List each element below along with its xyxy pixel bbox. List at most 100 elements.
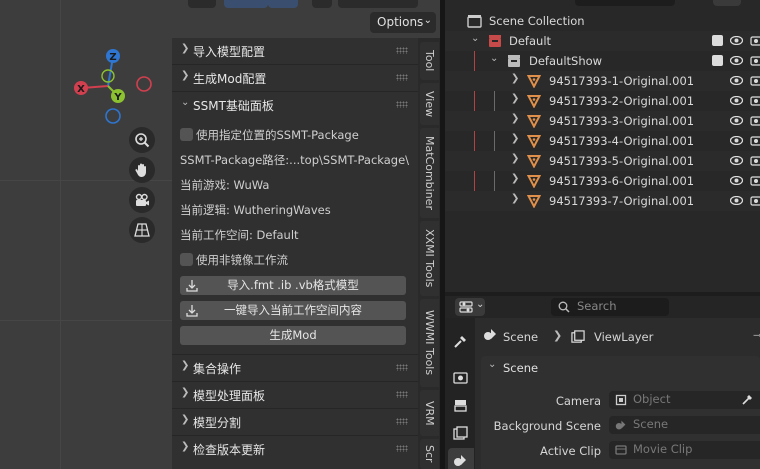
tab-view[interactable]: View: [420, 83, 439, 125]
outliner-row-object[interactable]: ❯ 94517393-2-Original.001: [445, 91, 760, 111]
editor-type-dropdown[interactable]: ⌄: [455, 298, 485, 316]
drag-handle-icon[interactable]: [396, 418, 408, 425]
camera-icon[interactable]: [750, 35, 760, 46]
camera-icon[interactable]: [750, 135, 760, 146]
drag-handle-icon[interactable]: [396, 47, 408, 54]
eye-icon[interactable]: [730, 176, 743, 185]
perspective-grid-icon[interactable]: [129, 217, 155, 243]
eye-icon[interactable]: [730, 136, 743, 145]
camera-icon[interactable]: [750, 115, 760, 126]
camera-label: Camera: [555, 394, 601, 408]
chevron-down-icon[interactable]: ⌄: [471, 33, 479, 44]
zoom-icon[interactable]: [129, 127, 155, 153]
section-check-update[interactable]: ❯ 检查版本更新: [172, 436, 418, 462]
outliner-search-field[interactable]: [575, 0, 675, 6]
section-collection-ops[interactable]: ❯ 集合操作: [172, 355, 418, 381]
camera-icon[interactable]: [750, 55, 760, 66]
filter-button[interactable]: [713, 0, 741, 6]
section-model-split[interactable]: ❯ 模型分割: [172, 409, 418, 435]
generate-mod-button[interactable]: 生成Mod: [180, 326, 406, 345]
outliner-row-object[interactable]: ❯ 94517393-1-Original.001: [445, 71, 760, 91]
header-widget[interactable]: [224, 0, 268, 8]
eye-icon[interactable]: [730, 76, 743, 85]
options-dropdown[interactable]: Options ⌄: [370, 12, 436, 33]
eye-icon[interactable]: [730, 156, 743, 165]
exclude-checkbox[interactable]: [712, 55, 723, 66]
tab-xxmi-tools[interactable]: XXMI Tools: [420, 221, 439, 296]
eye-icon[interactable]: [730, 36, 743, 45]
header-widget[interactable]: [188, 0, 216, 8]
drag-handle-icon[interactable]: [396, 74, 408, 81]
section-import-model-config[interactable]: ❯ 导入模型配置: [172, 38, 418, 64]
properties-header: ⌄ Search: [445, 296, 760, 318]
pin-icon[interactable]: ⊸: [753, 328, 760, 342]
render-icon[interactable]: [453, 370, 468, 385]
active-clip-field[interactable]: Movie Clip: [609, 441, 760, 459]
properties-editor: ⌄ Search Scene ❯ ViewLayer ⊸ ⌄ Scene Cam…: [445, 296, 760, 469]
section-ssmt-basic-panel[interactable]: ⌄ SSMT基础面板: [172, 92, 418, 118]
chevron-right-icon: ❯: [181, 387, 190, 398]
drag-handle-icon[interactable]: [396, 101, 408, 108]
panel-scene-header[interactable]: ⌄ Scene: [481, 356, 760, 380]
chevron-right-icon[interactable]: ❯: [511, 193, 519, 204]
outliner-row-object[interactable]: ❯ 94517393-5-Original.001: [445, 151, 760, 171]
camera-icon[interactable]: [750, 95, 760, 106]
camera-icon[interactable]: [750, 155, 760, 166]
use-non-mirror-label: 使用非镜像工作流: [196, 253, 288, 267]
chevron-down-icon[interactable]: ⌄: [490, 53, 498, 64]
eye-icon[interactable]: [730, 96, 743, 105]
section-title: SSMT基础面板: [193, 99, 274, 113]
use-non-mirror-checkbox[interactable]: [180, 253, 193, 266]
tab-vrm[interactable]: VRM: [420, 390, 439, 436]
outliner-row-collection-defaultshow[interactable]: ⌄ DefaultShow: [445, 51, 760, 71]
properties-search-input[interactable]: Search: [551, 298, 669, 316]
chevron-right-icon[interactable]: ❯: [511, 133, 519, 144]
eyedropper-icon[interactable]: [741, 393, 754, 406]
header-widget[interactable]: [268, 0, 298, 8]
chevron-right-icon[interactable]: ❯: [511, 113, 519, 124]
section-model-processing[interactable]: ❯ 模型处理面板: [172, 382, 418, 408]
scene-tab[interactable]: [448, 448, 474, 469]
outliner-row-object[interactable]: ❯ 94517393-4-Original.001: [445, 131, 760, 151]
properties-tabs: [445, 318, 475, 469]
chevron-right-icon[interactable]: ❯: [511, 153, 519, 164]
tab-matcombiner[interactable]: MatCombiner: [420, 128, 439, 218]
view-layer-icon[interactable]: [453, 426, 468, 441]
camera-field[interactable]: Object: [609, 391, 760, 409]
use-custom-package-checkbox[interactable]: [180, 128, 193, 141]
tool-settings-icon[interactable]: [453, 334, 468, 349]
drag-handle-icon[interactable]: [396, 364, 408, 371]
eye-icon[interactable]: [730, 196, 743, 205]
import-workspace-button[interactable]: 一键导入当前工作空间内容: [180, 301, 406, 320]
object-label: 94517393-4-Original.001: [549, 134, 695, 148]
camera-icon[interactable]: [750, 175, 760, 186]
import-model-button[interactable]: 导入.fmt .ib .vb格式模型: [180, 276, 406, 295]
outliner-row-object[interactable]: ❯ 94517393-3-Original.001: [445, 111, 760, 131]
exclude-checkbox[interactable]: [712, 35, 723, 46]
camera-view-icon[interactable]: [129, 187, 155, 213]
tab-scr[interactable]: Scr: [420, 439, 439, 469]
shading-mode-buttons[interactable]: [338, 0, 418, 8]
section-generate-mod-config[interactable]: ❯ 生成Mod配置: [172, 65, 418, 91]
chevron-right-icon[interactable]: ❯: [511, 73, 519, 84]
drag-handle-icon[interactable]: [396, 391, 408, 398]
outliner-row-collection-default[interactable]: ⌄ Default: [445, 31, 760, 51]
chevron-right-icon[interactable]: ❯: [511, 93, 519, 104]
chevron-right-icon[interactable]: ❯: [511, 173, 519, 184]
pan-hand-icon[interactable]: [129, 157, 155, 183]
outliner-row-scene-collection[interactable]: Scene Collection: [445, 11, 760, 31]
background-scene-field[interactable]: Scene: [609, 416, 760, 434]
navigation-gizmo[interactable]: Z X Y: [68, 44, 158, 126]
outliner-row-object[interactable]: ❯ 94517393-6-Original.001: [445, 171, 760, 191]
eye-icon[interactable]: [730, 116, 743, 125]
eye-icon[interactable]: [730, 56, 743, 65]
drag-handle-icon[interactable]: [396, 445, 408, 452]
output-icon[interactable]: [453, 398, 468, 413]
camera-icon[interactable]: [750, 75, 760, 86]
tab-tool[interactable]: Tool: [420, 42, 439, 80]
camera-icon[interactable]: [750, 195, 760, 206]
tab-wwmi-tools[interactable]: WWMI Tools: [420, 299, 439, 387]
breadcrumb-separator-icon: ❯: [553, 329, 563, 342]
outliner-row-object[interactable]: ❯ 94517393-7-Original.001: [445, 191, 760, 211]
header-widget[interactable]: [312, 0, 332, 8]
